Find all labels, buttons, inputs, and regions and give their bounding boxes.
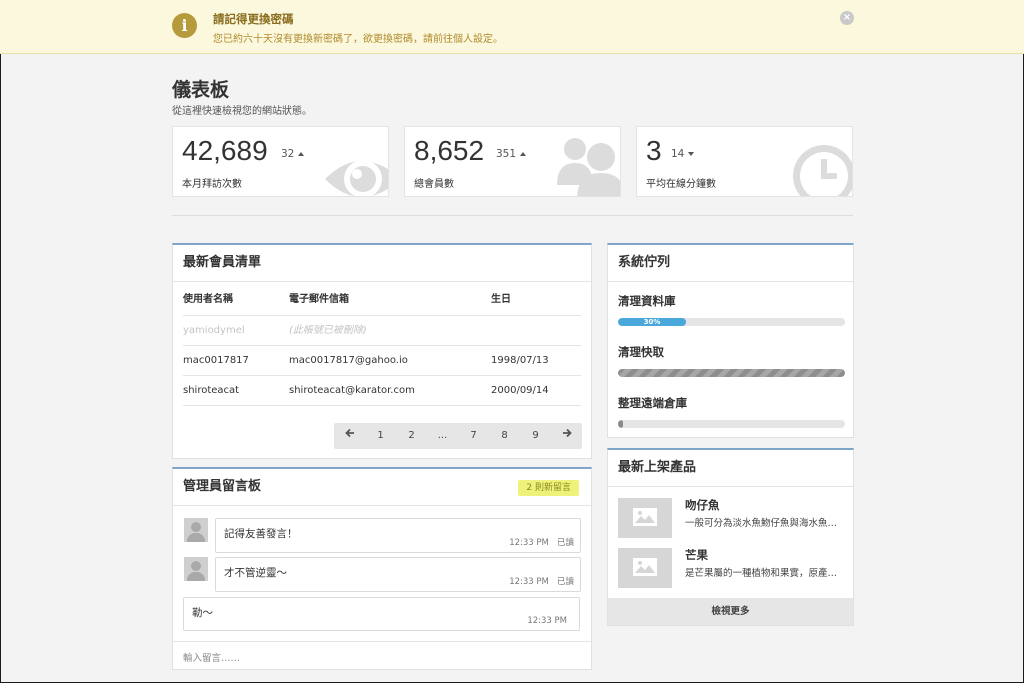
view-more-button[interactable]: 檢視更多 bbox=[608, 598, 853, 625]
trend-up-icon bbox=[520, 152, 527, 156]
avatar bbox=[184, 518, 208, 542]
message-text: 記得友善發言！ bbox=[224, 528, 298, 540]
panel-title: 最新上架產品 bbox=[608, 450, 853, 487]
table-row[interactable]: mac0017817 mac0017817@gahoo.io 1998/07/1… bbox=[183, 346, 581, 376]
stat-card-online-minutes: 3 14 平均在線分鐘數 bbox=[636, 126, 853, 197]
arrow-right-icon bbox=[562, 428, 572, 438]
page-subtitle: 從這裡快速檢視您的網站狀態。 bbox=[172, 106, 312, 117]
progress-fill bbox=[618, 369, 845, 377]
stat-card-visits: 42,689 32 本月拜訪次數 bbox=[172, 126, 389, 197]
message-meta: 12:33 PM 已讀 bbox=[509, 538, 574, 548]
pagination-page[interactable]: 8 bbox=[489, 423, 520, 449]
system-queue-panel: 系統佇列 清理資料庫 30% 清理快取 整理遠端倉庫 bbox=[607, 243, 854, 438]
table-header: 使用者名稱 電子郵件信箱 生日 bbox=[183, 285, 581, 316]
birthday-cell: 1998/07/13 bbox=[491, 355, 549, 366]
stat-label: 本月拜訪次數 bbox=[182, 179, 242, 190]
stat-value: 8,652 bbox=[414, 135, 485, 166]
password-alert: i 請記得更換密碼 您已約六十天沒有更換新密碼了，欲更換密碼，請前往個人設定。 … bbox=[0, 0, 1024, 54]
panel-title: 系統佇列 bbox=[608, 245, 853, 282]
task-progress-bar bbox=[618, 369, 845, 377]
pagination-prev[interactable] bbox=[334, 423, 365, 449]
email-cell: mac0017817@gahoo.io bbox=[289, 355, 408, 366]
users-icon bbox=[557, 138, 620, 196]
birthday-cell: 2000/09/14 bbox=[491, 385, 549, 396]
task-progress-bar bbox=[618, 420, 845, 428]
new-message-badge: 2 則新留言 bbox=[518, 480, 579, 496]
column-header: 電子郵件信箱 bbox=[289, 294, 349, 305]
members-table: 使用者名稱 電子郵件信箱 生日 yamiodymel (此帳號已被刪除) mac… bbox=[183, 285, 581, 406]
product-description: 一般可分為淡水魚魩仔魚與海水魚… bbox=[685, 518, 838, 529]
username-cell: shiroteacat bbox=[183, 385, 240, 396]
trend-down-icon bbox=[688, 152, 695, 156]
stat-value: 42,689 bbox=[182, 135, 268, 166]
progress-fill: 30% bbox=[618, 318, 687, 326]
stat-card-members: 8,652 351 總會員數 bbox=[404, 126, 621, 197]
image-placeholder-icon bbox=[633, 558, 657, 576]
table-row[interactable]: yamiodymel (此帳號已被刪除) bbox=[183, 316, 581, 346]
product-thumbnail[interactable] bbox=[618, 548, 672, 588]
column-header: 使用者名稱 bbox=[183, 294, 233, 305]
product-thumbnail[interactable] bbox=[618, 498, 672, 538]
email-cell: shiroteacat@karator.com bbox=[289, 385, 415, 396]
message-text: 才不管逆靈～ bbox=[224, 567, 287, 579]
task-label: 清理快取 bbox=[618, 345, 664, 359]
stat-label: 總會員數 bbox=[414, 179, 454, 190]
chat-message-self: 勒～ 12:33 PM bbox=[183, 597, 580, 631]
stat-delta: 351 bbox=[496, 148, 527, 160]
product-description: 是芒果屬的一種植物和果實，原產… bbox=[685, 568, 838, 579]
new-products-panel: 最新上架產品 吻仔魚 一般可分為淡水魚魩仔魚與海水魚… 芒果 是芒果屬的一種植物… bbox=[607, 448, 854, 626]
column-header: 生日 bbox=[491, 294, 511, 305]
pagination-ellipsis: ... bbox=[437, 430, 448, 441]
close-icon[interactable]: × bbox=[840, 11, 854, 25]
alert-message: 您已約六十天沒有更換新密碼了，欲更換密碼，請前往個人設定。 bbox=[213, 34, 503, 45]
message-text: 勒～ bbox=[192, 607, 213, 619]
pagination-page[interactable]: 2 bbox=[396, 423, 427, 449]
email-cell: (此帳號已被刪除) bbox=[289, 325, 367, 336]
alert-title: 請記得更換密碼 bbox=[213, 12, 294, 26]
username-cell: mac0017817 bbox=[183, 355, 249, 366]
pagination-page[interactable]: 7 bbox=[458, 423, 489, 449]
pagination-next[interactable] bbox=[551, 423, 582, 449]
avatar bbox=[184, 557, 208, 581]
task-label: 清理資料庫 bbox=[618, 294, 676, 308]
arrow-left-icon bbox=[344, 428, 354, 438]
clock-icon bbox=[793, 145, 852, 196]
pagination-page[interactable]: 9 bbox=[520, 423, 551, 449]
stat-label: 平均在線分鐘數 bbox=[646, 179, 716, 190]
task-label: 整理遠端倉庫 bbox=[618, 396, 687, 410]
product-name[interactable]: 芒果 bbox=[685, 547, 708, 563]
stat-value: 3 bbox=[646, 135, 662, 166]
stat-delta: 32 bbox=[281, 148, 305, 160]
task-progress-bar: 30% bbox=[618, 318, 845, 326]
trend-up-icon bbox=[298, 152, 305, 156]
page-title: 儀表板 bbox=[172, 79, 230, 101]
progress-fill bbox=[618, 420, 623, 428]
chat-panel: 管理員留言板 2 則新留言 記得友善發言！ 12:33 PM 已讀 才不管逆靈～… bbox=[172, 467, 592, 670]
table-row[interactable]: shiroteacat shiroteacat@karator.com 2000… bbox=[183, 376, 581, 406]
info-icon: i bbox=[172, 13, 197, 38]
username-cell: yamiodymel bbox=[183, 325, 245, 336]
product-name[interactable]: 吻仔魚 bbox=[685, 497, 720, 513]
eye-icon bbox=[325, 160, 388, 196]
panel-title: 最新會員清單 bbox=[173, 245, 591, 282]
message-meta: 12:33 PM 已讀 bbox=[509, 577, 574, 587]
pagination-page[interactable]: 1 bbox=[365, 423, 396, 449]
chat-divider bbox=[173, 641, 591, 642]
members-panel: 最新會員清單 使用者名稱 電子郵件信箱 生日 yamiodymel (此帳號已被… bbox=[172, 243, 592, 459]
pagination: 1 2 ... 7 8 9 bbox=[334, 423, 582, 449]
chat-input[interactable]: 輸入留言…… bbox=[183, 650, 240, 664]
message-meta: 12:33 PM bbox=[527, 616, 567, 626]
stat-delta: 14 bbox=[671, 148, 695, 160]
image-placeholder-icon bbox=[633, 508, 657, 526]
section-divider bbox=[172, 215, 853, 216]
chat-message: 才不管逆靈～ 12:33 PM 已讀 bbox=[215, 557, 581, 592]
chat-message: 記得友善發言！ 12:33 PM 已讀 bbox=[215, 518, 581, 553]
